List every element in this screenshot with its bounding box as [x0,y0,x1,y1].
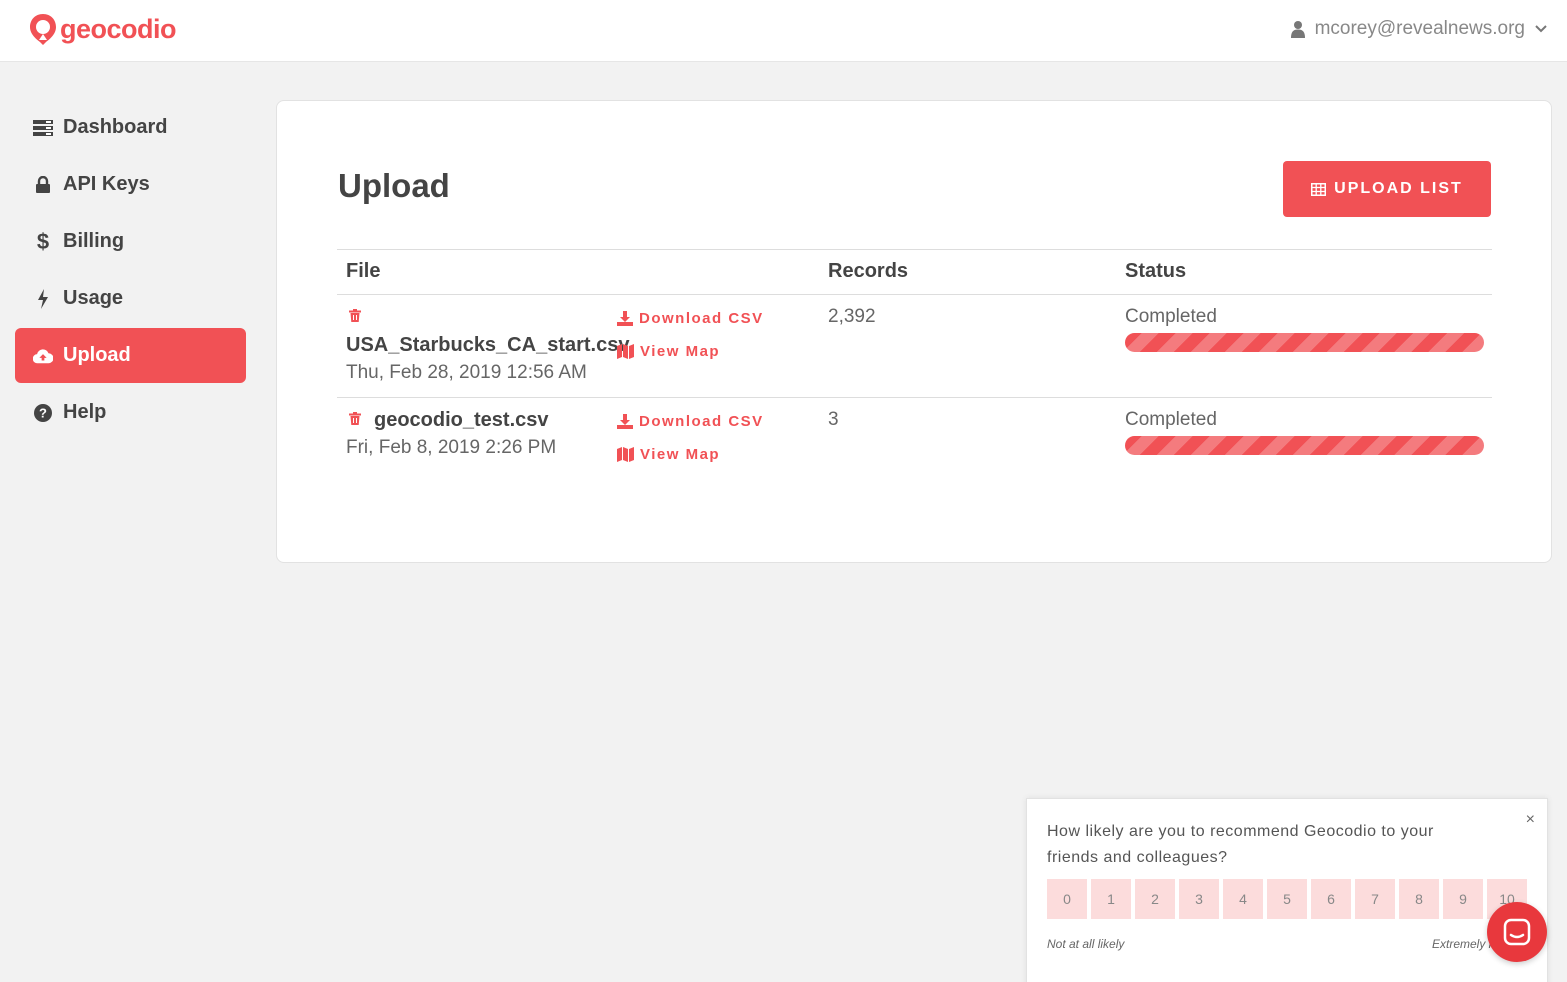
download-csv-link[interactable]: Download CSV [617,310,764,327]
user-icon [1290,21,1305,38]
sidebar-item-label: Upload [63,344,131,366]
view-map-label: View Map [640,343,721,360]
file-date: Fri, Feb 8, 2019 2:26 PM [346,437,557,458]
nps-option-8[interactable]: 8 [1399,879,1439,919]
sidebar-item-label: Help [63,401,107,423]
view-map-label: View Map [640,446,721,463]
table-icon [1311,182,1327,196]
progress-bar [1125,436,1484,455]
column-header-status: Status [1125,260,1187,282]
progress-fill [1125,436,1484,455]
user-email: mcorey@revealnews.org [1314,18,1525,39]
lock-icon [33,176,53,193]
sidebar-item-usage[interactable]: Usage [15,271,246,326]
nps-option-9[interactable]: 9 [1443,879,1483,919]
sidebar-item-label: Usage [63,287,124,309]
page-title: Upload [338,167,450,204]
nps-option-6[interactable]: 6 [1311,879,1351,919]
nps-survey-widget: × How likely are you to recommend Geocod… [1026,798,1548,982]
progress-fill [1125,333,1484,352]
download-icon [617,311,633,326]
view-map-link[interactable]: View Map [617,343,720,360]
nps-option-3[interactable]: 3 [1179,879,1219,919]
column-header-records: Records [828,260,909,282]
view-map-link[interactable]: View Map [617,446,720,463]
table-row: USA_Starbucks_CA_start.csv Thu, Feb 28, … [337,295,1492,398]
nps-option-4[interactable]: 4 [1223,879,1263,919]
table-row: geocodio_test.csv Fri, Feb 8, 2019 2:26 … [337,398,1492,501]
progress-bar [1125,333,1484,352]
logo-text: geocodio [60,13,177,44]
nps-question: How likely are you to recommend Geocodio… [1047,823,1434,866]
nps-option-0[interactable]: 0 [1047,879,1087,919]
nps-scale: 0 1 2 3 4 5 6 7 8 9 10 [1047,879,1527,919]
table-header: File Records Status [337,249,1492,295]
geocodio-logo[interactable]: geocodio [28,12,177,46]
logo-pin-icon [30,14,56,45]
download-csv-link[interactable]: Download CSV [617,413,764,430]
download-csv-label: Download CSV [639,310,764,327]
map-icon [617,344,634,359]
user-menu[interactable]: mcorey@revealnews.org [1290,18,1547,40]
records-count: 3 [828,409,839,430]
file-name: geocodio_test.csv [374,409,549,431]
status-text: Completed [1125,306,1217,327]
dollar-icon: $ [36,228,50,254]
sidebar-item-label: API Keys [63,173,150,195]
sidebar-item-label: Billing [63,230,125,252]
question-circle-icon: ? [33,403,53,422]
trash-icon[interactable] [349,309,361,327]
map-icon [617,447,634,462]
top-bar: geocodio mcorey@revealnews.org [0,0,1567,62]
download-csv-label: Download CSV [639,413,764,430]
status-text: Completed [1125,409,1217,430]
sidebar-nav: Dashboard API Keys $ Billing Usage Uploa… [15,100,246,442]
bolt-icon [33,288,53,309]
upload-list-label: UPLOAD LIST [1334,180,1463,197]
upload-card: Upload UPLOAD LIST File Records Status U… [276,100,1552,563]
nps-low-label: Not at all likely [1047,937,1125,951]
sidebar-item-upload[interactable]: Upload [15,328,246,383]
column-header-file: File [346,260,381,282]
nps-option-1[interactable]: 1 [1091,879,1131,919]
close-icon[interactable]: × [1526,811,1535,829]
upload-list-button[interactable]: UPLOAD LIST [1283,161,1491,217]
chat-icon [1503,918,1531,946]
nps-option-5[interactable]: 5 [1267,879,1307,919]
server-icon [33,119,53,136]
file-name: USA_Starbucks_CA_start.csv [346,334,630,356]
nps-option-2[interactable]: 2 [1135,879,1175,919]
sidebar-item-billing[interactable]: $ Billing [15,214,246,269]
sidebar-item-help[interactable]: ? Help [15,385,246,440]
trash-icon[interactable] [349,412,361,430]
sidebar-item-api-keys[interactable]: API Keys [15,157,246,212]
file-date: Thu, Feb 28, 2019 12:56 AM [346,362,587,383]
records-count: 2,392 [828,306,876,327]
chat-launcher-button[interactable] [1487,902,1547,962]
sidebar-item-label: Dashboard [63,116,168,138]
sidebar-item-dashboard[interactable]: Dashboard [15,100,246,155]
chevron-down-icon [1535,25,1547,33]
svg-text:?: ? [39,405,47,420]
download-icon [617,414,633,429]
uploads-table: File Records Status USA_Starbucks_CA_sta… [337,249,1492,501]
cloud-upload-icon [33,348,53,364]
nps-option-7[interactable]: 7 [1355,879,1395,919]
